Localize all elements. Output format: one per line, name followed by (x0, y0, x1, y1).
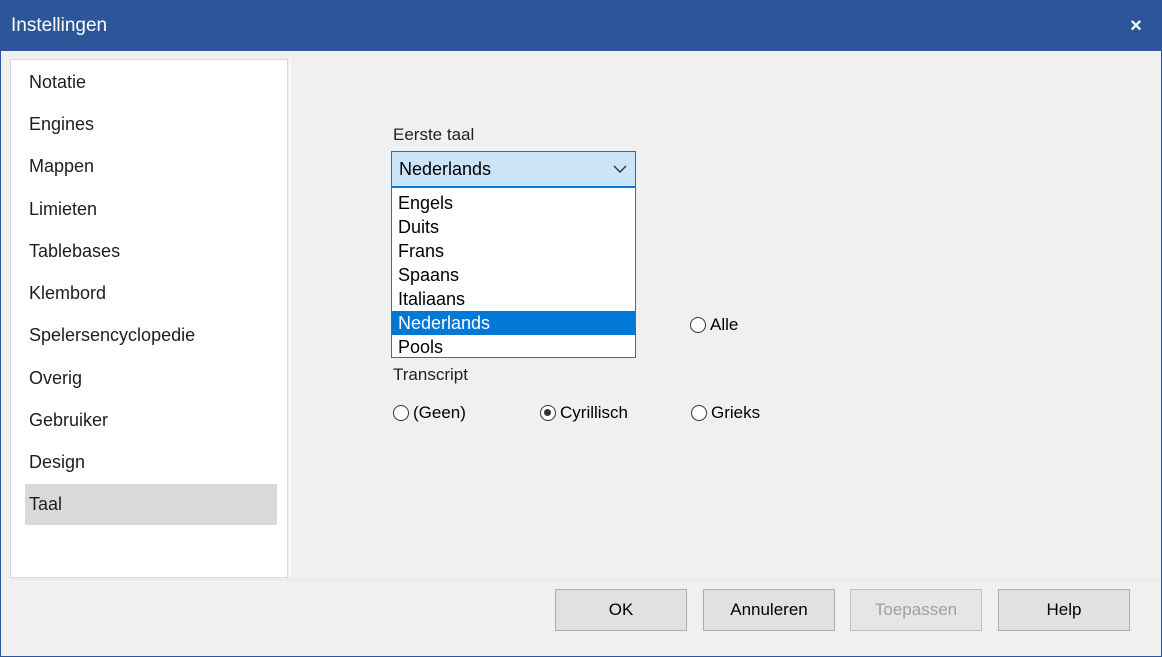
transcript-radio-cyrillisch[interactable]: Cyrillisch (540, 403, 628, 423)
settings-dialog: Instellingen × Notatie Engines Mappen Li… (0, 0, 1162, 657)
sidebar-item-tablebases[interactable]: Tablebases (25, 231, 277, 272)
sidebar-item-mappen[interactable]: Mappen (25, 146, 277, 187)
language-option-italiaans[interactable]: Italiaans (392, 287, 635, 311)
alle-radio-label: Alle (710, 315, 739, 334)
radio-circle-checked-icon (540, 405, 556, 421)
language-option-engels[interactable]: Engels (392, 191, 635, 215)
sidebar-item-design[interactable]: Design (25, 442, 277, 483)
first-language-value: Nederlands (399, 158, 492, 179)
radio-circle-icon (393, 405, 409, 421)
ok-button[interactable]: OK (555, 589, 687, 631)
sidebar-item-overig[interactable]: Overig (25, 358, 277, 399)
sidebar-item-notatie[interactable]: Notatie (25, 62, 277, 103)
title-bar: Instellingen × (1, 1, 1161, 51)
language-option-nederlands[interactable]: Nederlands (392, 311, 635, 335)
sidebar-item-taal[interactable]: Taal (25, 484, 277, 525)
transcript-radio-label: Grieks (711, 403, 761, 422)
sidebar-item-klembord[interactable]: Klembord (25, 273, 277, 314)
alle-radio[interactable]: Alle (690, 315, 738, 335)
language-option-spaans[interactable]: Spaans (392, 263, 635, 287)
radio-circle-icon (691, 405, 707, 421)
transcript-radio-geen[interactable]: (Geen) (393, 403, 466, 423)
radio-circle-icon (690, 317, 706, 333)
close-button[interactable]: × (1111, 1, 1161, 51)
language-option-pools[interactable]: Pools (392, 335, 635, 359)
chevron-down-icon (605, 165, 635, 174)
settings-sidebar: Notatie Engines Mappen Limieten Tablebas… (10, 59, 288, 578)
language-option-frans[interactable]: Frans (392, 239, 635, 263)
language-option-duits[interactable]: Duits (392, 215, 635, 239)
close-icon: × (1130, 14, 1142, 37)
cancel-button[interactable]: Annuleren (703, 589, 835, 631)
first-language-label: Eerste taal (393, 125, 475, 144)
sidebar-item-spelersencyclopedie[interactable]: Spelersencyclopedie (25, 315, 277, 356)
sidebar-item-engines[interactable]: Engines (25, 104, 277, 145)
sidebar-item-limieten[interactable]: Limieten (25, 189, 277, 230)
sidebar-item-gebruiker[interactable]: Gebruiker (25, 400, 277, 441)
transcript-radio-grieks[interactable]: Grieks (691, 403, 760, 423)
transcript-radio-label: Cyrillisch (560, 403, 628, 422)
footer-divider (10, 579, 1160, 580)
first-language-select[interactable]: Nederlands (391, 151, 636, 187)
help-button[interactable]: Help (998, 589, 1130, 631)
transcript-radio-label: (Geen) (413, 403, 466, 422)
window-title: Instellingen (11, 15, 108, 36)
transcript-label: Transcript (393, 365, 468, 384)
language-dropdown-list: Engels Duits Frans Spaans Italiaans Nede… (391, 187, 636, 358)
apply-button[interactable]: Toepassen (850, 589, 982, 631)
